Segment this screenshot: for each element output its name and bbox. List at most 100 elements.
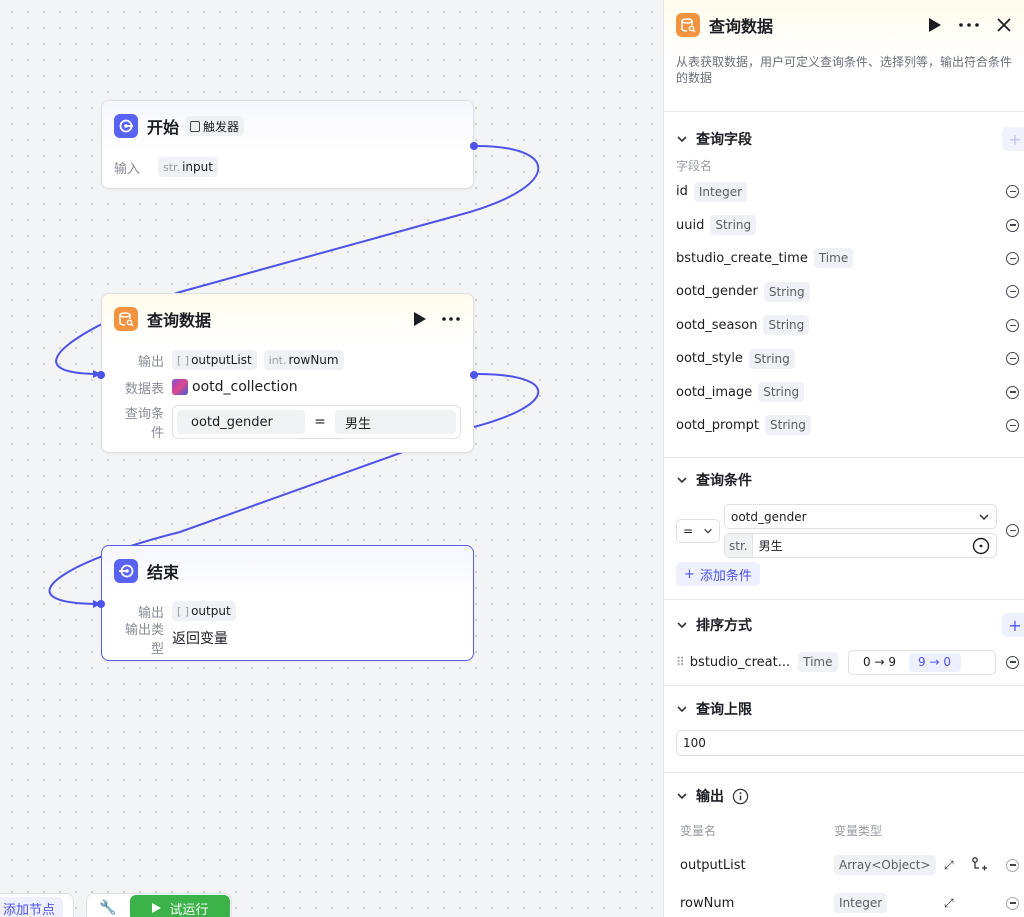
sort-field: bstudio_creat... [689,654,791,670]
node-config-panel: 查询数据 从表获取数据，用户可定义查询条件、选择列等，输出符合条件的数据 查询字… [663,0,1024,917]
query-table-label: 数据表 [124,381,164,397]
field-name: id [676,184,688,200]
end-icon [114,559,138,583]
expand-icon[interactable]: ⤢ [944,858,954,873]
chevron-down-icon[interactable] [676,474,688,486]
sort-desc-option[interactable]: 9 → 0 [908,652,961,672]
limit-section-title: 查询上限 [696,702,752,718]
panel-header: 查询数据 从表获取数据，用户可定义查询条件、选择列等，输出符合条件的数据 [664,0,1024,112]
output-section-title: 输出 [696,789,724,805]
field-name: bstudio_create_time [676,250,808,266]
output-row: rowNum Integer ⤢ [664,884,1024,917]
query-output-label: 输出 [137,354,164,370]
trigger-tag[interactable]: 触发器 [185,116,245,136]
remove-field-icon[interactable] [1006,318,1019,332]
sort-section: 排序方式 + ⠿ bstudio_creat... Time 0 → 9 9 →… [664,600,1024,686]
query-node[interactable]: 查询数据 输出 [ ] outputList int. rowNum 数据表 oot… [97,293,478,453]
remove-field-icon[interactable] [1006,385,1019,399]
table-thumbnail [172,379,188,395]
field-type-tag: String [748,348,795,369]
field-name-header: 字段名 [676,158,713,173]
remove-field-icon[interactable] [1006,251,1019,265]
chevron-down-icon[interactable] [676,619,688,631]
fields-section: 查询字段 + 字段名 id Integer uuid String bstudio_cr… [664,114,1024,458]
trigger-label: 触发器 [203,119,240,134]
start-node[interactable]: 开始 触发器 输入 str. input [101,100,478,189]
variable-reference-icon[interactable] [972,537,990,555]
start-output-port[interactable] [470,142,478,150]
field-row: ootd_season String [664,309,1024,342]
test-run-button[interactable]: 试运行 [130,895,231,917]
remove-field-icon[interactable] [1006,285,1019,299]
panel-more-icon[interactable] [958,22,980,28]
start-node-title: 开始 [147,118,180,137]
end-input-port[interactable] [97,600,105,608]
add-child-icon[interactable] [970,856,988,874]
cond-operator: = [314,414,326,430]
query-output-port[interactable] [470,371,478,379]
query-input-port[interactable] [97,371,105,379]
run-node-icon[interactable] [413,311,427,327]
chevron-down-icon[interactable] [676,703,688,715]
cond-field: ootd_gender [177,410,305,434]
output-tag-outputlist: [ ] outputList [172,350,257,370]
start-icon [114,114,138,138]
info-icon[interactable] [732,788,749,805]
start-input-label: 输入 [114,161,141,177]
chevron-down-icon[interactable] [676,790,688,802]
remove-condition-icon[interactable] [1006,524,1019,537]
condition-field-select[interactable]: ootd_gender [724,504,997,529]
query-node-header: 查询数据 [102,294,473,344]
chevron-down-icon[interactable] [676,133,688,145]
wrench-icon[interactable]: 🔧 [99,900,116,916]
end-node[interactable]: 结束 输出 [ ] output 输出类型 返回变量 [97,545,474,661]
output-type-header: 变量类型 [834,823,883,838]
sort-order-toggle: 0 → 9 9 → 0 [847,649,996,675]
field-type-tag: Integer [693,181,748,202]
close-icon[interactable] [996,17,1012,33]
add-field-button[interactable]: + [1002,127,1024,151]
panel-title: 查询数据 [709,17,774,36]
field-type-tag: String [758,382,805,403]
database-icon [114,307,138,331]
remove-output-icon[interactable] [1006,858,1019,872]
end-node-header: 结束 [102,546,473,596]
end-node-title: 结束 [147,563,180,582]
remove-field-icon[interactable] [1006,418,1019,432]
workflow-canvas[interactable]: 开始 触发器 输入 str. input 查询数据 输出 [ ] outputLi [0,0,663,917]
field-name: uuid [676,217,705,233]
field-type-tag: String [763,315,810,336]
add-condition-button[interactable]: + 添加条件 [676,562,760,586]
remove-sort-icon[interactable] [1006,655,1019,669]
remove-field-icon[interactable] [1006,185,1019,199]
field-row: ootd_gender String [664,275,1024,308]
field-type-tag: Time [813,248,854,269]
panel-database-icon [676,13,700,37]
remove-field-icon[interactable] [1006,218,1019,232]
add-sort-button[interactable]: + [1002,613,1024,637]
panel-run-icon[interactable] [928,17,942,33]
remove-output-icon[interactable] [1006,896,1019,910]
sort-asc-option[interactable]: 0 → 9 [851,655,909,669]
add-node-button[interactable]: 添加节点 [0,897,64,917]
output-type: Array<Object> [834,855,936,875]
output-name: rowNum [680,895,735,911]
cond-value: 男生 [335,410,456,434]
operator-select[interactable]: = [676,519,720,543]
chevron-down-icon [704,528,712,534]
end-type-label: 输出类型 [124,623,164,657]
remove-field-icon[interactable] [1006,352,1019,366]
expand-icon[interactable]: ⤢ [944,896,954,911]
query-table-name: ootd_collection [192,379,298,395]
condition-value-input[interactable]: str. 男生 [724,533,997,558]
field-name: ootd_season [676,317,758,333]
field-row: uuid String [664,208,1024,241]
drag-handle-icon[interactable]: ⠿ [676,655,685,669]
limit-input[interactable]: 100 [676,730,1024,756]
output-name-header: 变量名 [680,823,717,838]
field-name: ootd_image [676,384,753,400]
more-icon[interactable] [441,316,461,322]
field-type-tag: String [765,415,811,436]
field-row: ootd_image String [664,375,1024,408]
panel-description: 从表获取数据，用户可定义查询条件、选择列等，输出符合条件的数据 [676,55,1013,85]
